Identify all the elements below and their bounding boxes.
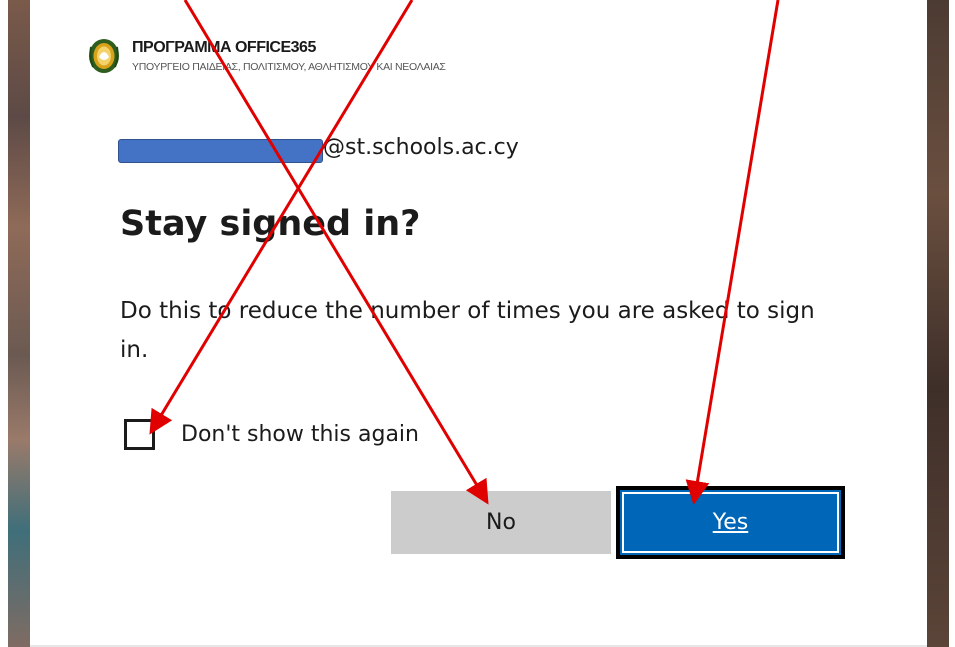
dont-show-again-label[interactable]: Don't show this again: [181, 422, 419, 447]
org-subtitle: ΥΠΟΥΡΓΕΙΟ ΠΑΙΔΕΙΑΣ, ΠΟΛΙΤΙΣΜΟΥ, ΑΘΛΗΤΙΣΜ…: [132, 61, 446, 73]
background-photo-left: [0, 0, 30, 647]
background-photo-right: [927, 0, 955, 647]
redacted-username: [118, 139, 323, 163]
no-button[interactable]: No: [391, 491, 611, 554]
account-domain: @st.schools.ac.cy: [323, 135, 519, 160]
cyprus-emblem-icon: [89, 39, 119, 73]
dont-show-again-checkbox[interactable]: [124, 419, 155, 450]
page-title: Stay signed in?: [120, 204, 421, 244]
prompt-description: Do this to reduce the number of times yo…: [120, 298, 815, 363]
org-title: ΠΡΟΓΡΑΜΜΑ OFFICE365: [132, 39, 316, 56]
yes-button[interactable]: Yes: [616, 486, 845, 559]
